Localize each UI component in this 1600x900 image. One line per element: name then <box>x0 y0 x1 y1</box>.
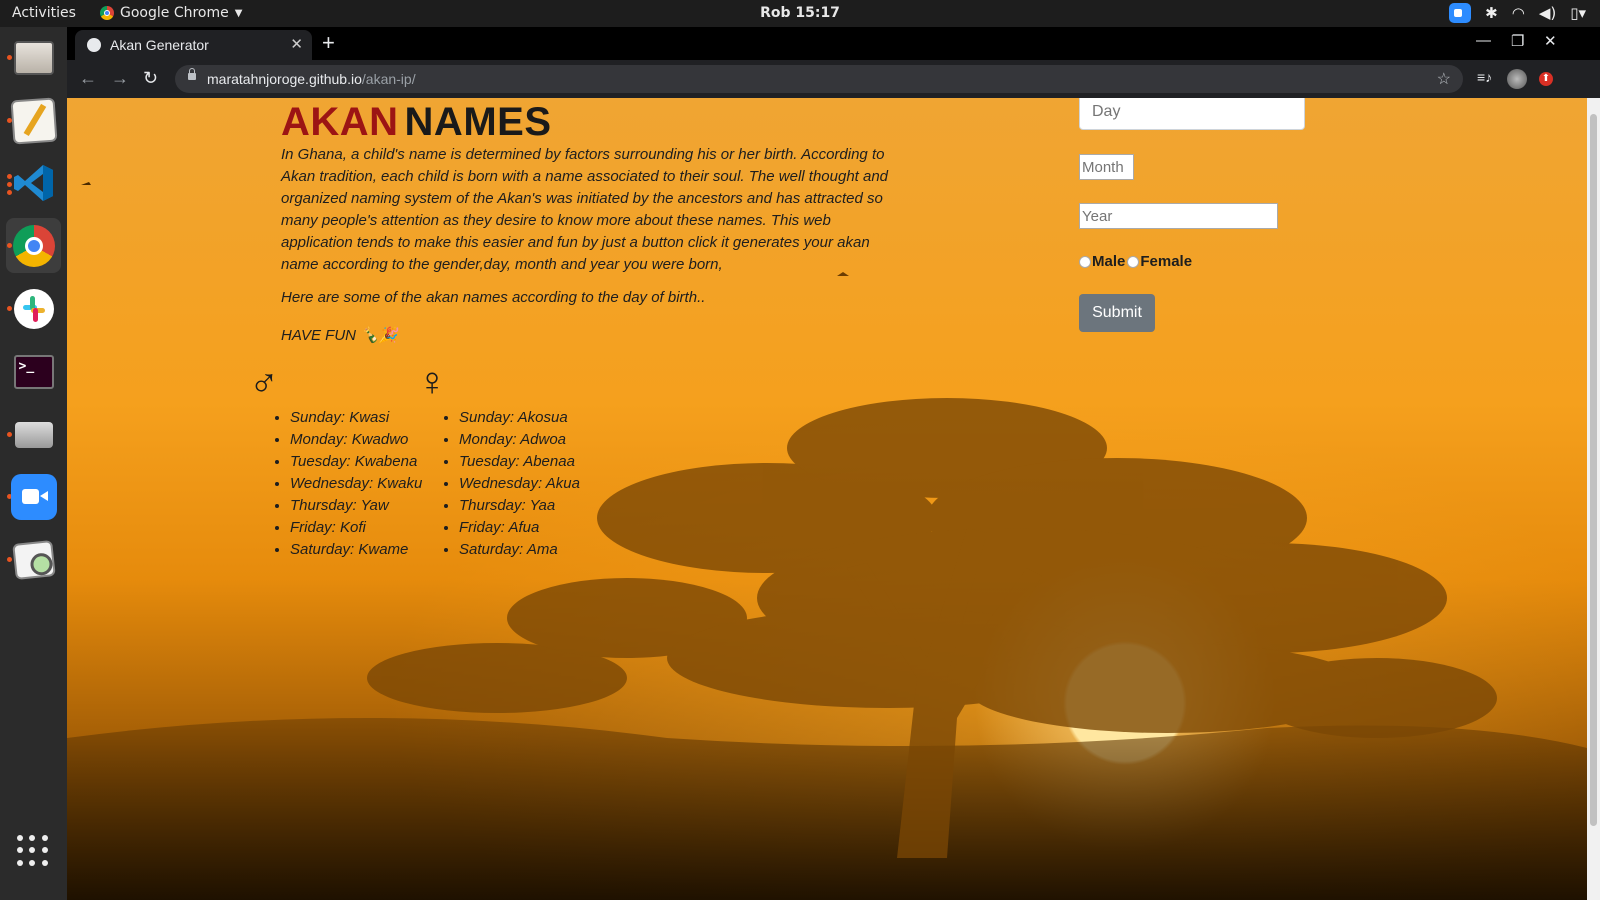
running-indicator <box>7 190 12 195</box>
new-tab-button[interactable]: + <box>322 30 335 56</box>
lock-icon[interactable] <box>188 68 196 80</box>
scrollbar-thumb[interactable] <box>1590 114 1597 826</box>
list-item: Sunday: Kwasi <box>290 407 422 429</box>
close-window-icon[interactable]: ✕ <box>1544 32 1557 50</box>
tab-akan-generator[interactable]: Akan Generator ✕ <box>75 30 312 60</box>
profile-avatar[interactable] <box>1507 69 1527 89</box>
browser-toolbar: ← → ↻ maratahnjoroge.github.io/akan-ip/ … <box>67 60 1600 98</box>
chevron-down-icon: ▼ <box>234 7 243 19</box>
update-icon[interactable]: ⬆ <box>1539 72 1553 86</box>
running-indicator <box>7 55 12 60</box>
submit-button[interactable]: Submit <box>1079 294 1155 332</box>
address-bar[interactable]: maratahnjoroge.github.io/akan-ip/ ☆ <box>175 65 1463 93</box>
title-akan: AKAN <box>281 100 399 144</box>
terminal-icon: >_ <box>13 354 54 389</box>
female-label: Female <box>1140 253 1193 270</box>
dock-item-files[interactable] <box>6 30 61 85</box>
female-names-list: Sunday: Akosua Monday: Adwoa Tuesday: Ab… <box>441 407 580 561</box>
volume-icon[interactable]: ◀) <box>1539 4 1556 22</box>
dock-item-scanner[interactable] <box>6 407 61 462</box>
zoom-tray-icon[interactable] <box>1449 3 1472 23</box>
text-editor-icon <box>10 97 57 144</box>
page-title: AKAN NAMES <box>281 100 552 145</box>
show-applications-icon[interactable] <box>17 835 49 867</box>
bookmark-star-icon[interactable]: ☆ <box>1437 69 1451 89</box>
female-symbol-icon: ♀ <box>417 360 447 404</box>
running-indicator <box>7 243 12 248</box>
chrome-icon <box>12 224 55 267</box>
dock-item-zoom[interactable] <box>6 469 61 524</box>
year-input[interactable] <box>1079 203 1278 229</box>
list-item: Saturday: Kwame <box>290 539 422 561</box>
list-item: Thursday: Yaw <box>290 495 422 517</box>
running-indicator <box>7 557 12 562</box>
list-item: Monday: Adwoa <box>459 429 580 451</box>
slack-icon <box>13 288 54 329</box>
title-names: NAMES <box>404 100 552 144</box>
running-indicator <box>7 182 12 187</box>
have-fun-text: HAVE FUN 🍾🎉 <box>281 327 398 344</box>
scanner-icon <box>14 421 53 448</box>
image-viewer-icon <box>11 539 56 580</box>
male-symbol-icon: ♂ <box>249 360 279 404</box>
url-text: maratahnjoroge.github.io/akan-ip/ <box>207 71 416 87</box>
tab-strip: Akan Generator ✕ + — ❐ ✕ <box>67 27 1600 60</box>
male-names-list: Sunday: Kwasi Monday: Kwadwo Tuesday: Kw… <box>272 407 422 561</box>
list-item: Tuesday: Abenaa <box>459 451 580 473</box>
web-page: AKAN NAMES In Ghana, a child's name is de… <box>67 98 1587 900</box>
slack-tray-icon[interactable]: ✱ <box>1485 4 1498 22</box>
running-indicator <box>7 432 12 437</box>
list-item: Wednesday: Kwaku <box>290 473 422 495</box>
list-item: Sunday: Akosua <box>459 407 580 429</box>
dock-item-vscode[interactable] <box>6 155 61 210</box>
list-item: Monday: Kwadwo <box>290 429 422 451</box>
page-scrollbar[interactable] <box>1587 98 1600 900</box>
list-item: Tuesday: Kwabena <box>290 451 422 473</box>
vscode-icon <box>13 164 53 201</box>
dock-item-terminal[interactable]: >_ <box>6 344 61 399</box>
dock-item-slack[interactable] <box>6 281 61 336</box>
male-radio[interactable] <box>1079 255 1091 268</box>
dock-item-image-viewer[interactable] <box>6 532 61 587</box>
reload-icon[interactable]: ↻ <box>143 68 158 89</box>
system-top-bar: Activities Google Chrome ▼ Rob 15:17 ✱ ◠… <box>0 0 1600 27</box>
dock: >_ <box>0 27 67 900</box>
wifi-icon[interactable]: ◠ <box>1512 4 1525 22</box>
activities-button[interactable]: Activities <box>12 5 76 21</box>
names-subtitle: Here are some of the akan names accordin… <box>281 289 706 306</box>
back-icon[interactable]: ← <box>79 68 97 89</box>
tab-title: Akan Generator <box>110 37 209 53</box>
app-menu-label: Google Chrome <box>120 5 229 21</box>
system-tray: ✱ ◠ ◀) ▯▾ <box>1449 3 1586 23</box>
media-control-icon[interactable]: ≡♪ <box>1477 69 1492 85</box>
list-item: Friday: Kofi <box>290 517 422 539</box>
male-label: Male <box>1092 253 1126 270</box>
day-input[interactable] <box>1079 98 1305 130</box>
list-item: Thursday: Yaa <box>459 495 580 517</box>
list-item: Wednesday: Akua <box>459 473 580 495</box>
month-input[interactable] <box>1079 154 1134 180</box>
globe-icon <box>87 38 101 52</box>
restore-icon[interactable]: ❐ <box>1511 32 1524 50</box>
intro-paragraph: In Ghana, a child's name is determined b… <box>281 146 889 273</box>
battery-icon[interactable]: ▯▾ <box>1570 4 1586 22</box>
forward-icon[interactable]: → <box>111 68 129 89</box>
zoom-icon <box>10 473 57 520</box>
dock-item-chrome[interactable] <box>6 218 61 273</box>
app-menu[interactable]: Google Chrome ▼ <box>100 5 242 21</box>
gender-radio-group: Male Female <box>1079 253 1192 270</box>
chrome-icon <box>100 6 114 20</box>
running-indicator <box>7 306 12 311</box>
female-radio[interactable] <box>1127 255 1140 268</box>
running-indicator <box>7 174 12 179</box>
close-tab-icon[interactable]: ✕ <box>290 35 303 53</box>
minimize-icon[interactable]: — <box>1476 32 1491 49</box>
dock-item-text-editor[interactable] <box>6 93 61 148</box>
files-icon <box>13 40 54 75</box>
list-item: Friday: Afua <box>459 517 580 539</box>
list-item: Saturday: Ama <box>459 539 580 561</box>
